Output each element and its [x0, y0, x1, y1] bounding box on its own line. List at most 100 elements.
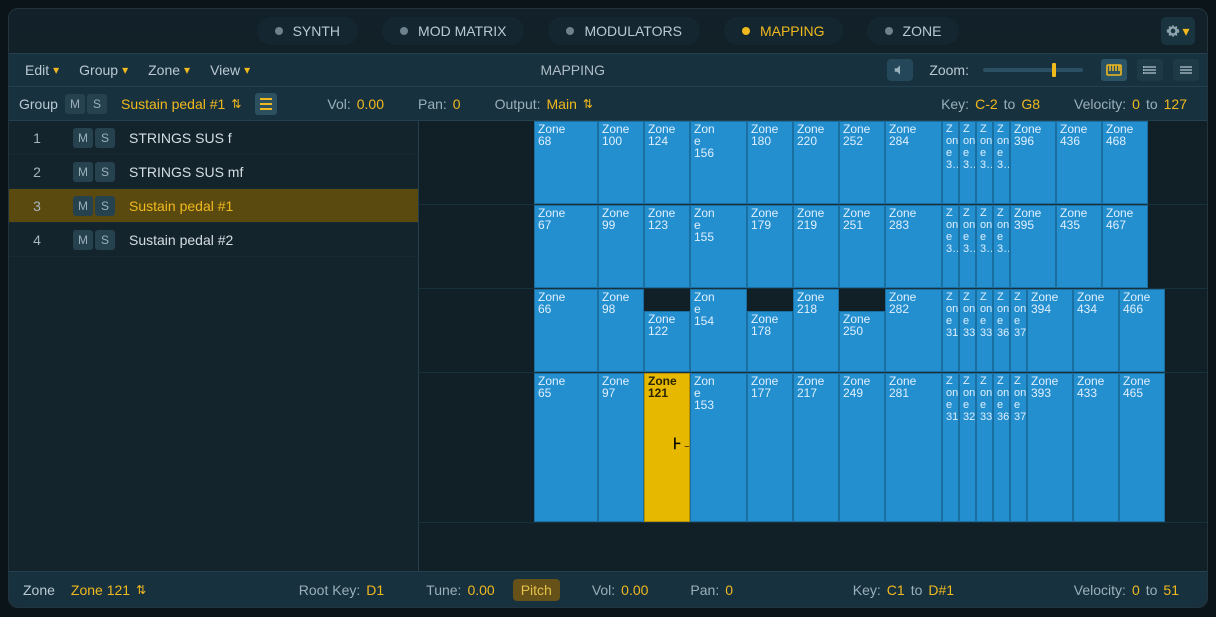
zone-cell[interactable]: Zone218 — [793, 289, 839, 372]
gear-menu-icon[interactable]: ▾ — [1161, 17, 1195, 45]
zone-cell[interactable]: Zone217 — [793, 373, 839, 522]
group-pan[interactable]: Pan: 0 — [408, 91, 471, 117]
zone-cell[interactable]: Zone100 — [598, 121, 644, 204]
zone-cell[interactable]: Zone314 — [942, 289, 959, 372]
zone-cell[interactable]: Zone219 — [793, 205, 839, 288]
zone-cell[interactable]: Zone362 — [993, 289, 1010, 372]
menu-view[interactable]: View▾ — [202, 59, 258, 81]
zone-cell[interactable]: Zone3… — [993, 121, 1010, 204]
zone-cell[interactable]: Zone436 — [1056, 121, 1102, 204]
pitch-toggle[interactable]: Pitch — [513, 579, 560, 601]
zone-cell[interactable]: Zone467 — [1102, 205, 1148, 288]
zone-cell[interactable]: Zone282 — [885, 289, 942, 372]
zone-map[interactable]: Zone68Zone100Zone124Zone156Zone180Zone22… — [419, 121, 1207, 571]
zone-key-range[interactable]: Key: C1 to D#1 — [843, 577, 964, 603]
zone-cell[interactable]: Zone284 — [885, 121, 942, 204]
zone-cell[interactable]: Zone154 — [690, 289, 747, 372]
zone-cell[interactable]: Zone179 — [747, 205, 793, 288]
zone-cell[interactable]: Zone377 — [1010, 373, 1027, 522]
zone-cell[interactable]: Zone155 — [690, 205, 747, 288]
zone-selector[interactable]: Zone 121 ⇅ — [63, 577, 154, 603]
group-row[interactable]: 3MSSustain pedal #1 — [9, 189, 418, 223]
menu-edit[interactable]: Edit▾ — [17, 59, 67, 81]
zone-cell[interactable]: Zone124 — [644, 121, 690, 204]
zone-cell[interactable]: Zone434 — [1073, 289, 1119, 372]
zone-cell[interactable]: Zone3… — [959, 205, 976, 288]
group-list-menu-icon[interactable] — [255, 93, 277, 115]
zone-cell[interactable]: Zone220 — [793, 121, 839, 204]
zone-cell[interactable]: Zone123 — [644, 205, 690, 288]
zone-cell[interactable]: Zone67 — [534, 205, 598, 288]
zone-cell[interactable]: Zone252 — [839, 121, 885, 204]
zone-cell[interactable]: Zone283 — [885, 205, 942, 288]
mute-button[interactable]: M — [73, 162, 93, 182]
zone-cell[interactable]: Zone3… — [976, 121, 993, 204]
zone-cell[interactable]: Zone313 — [942, 373, 959, 522]
zone-root-key[interactable]: Root Key: D1 — [289, 577, 394, 603]
group-row[interactable]: 1MSSTRINGS SUS f — [9, 121, 418, 155]
mute-button[interactable]: M — [73, 128, 93, 148]
view-keyboard-icon[interactable] — [1101, 59, 1127, 81]
tab-zone[interactable]: ZONE — [867, 17, 960, 45]
zone-cell[interactable]: Zone329 — [959, 373, 976, 522]
group-selector[interactable]: Sustain pedal #1 ⇅ — [113, 91, 249, 117]
zone-cell[interactable]: Zone178 — [747, 311, 793, 372]
zone-velocity-range[interactable]: Velocity: 0 to 51 — [1064, 577, 1189, 603]
zone-cell[interactable]: Zone3… — [959, 121, 976, 204]
solo-button[interactable]: S — [95, 230, 115, 250]
zone-cell[interactable]: Zone378 — [1010, 289, 1027, 372]
group-row[interactable]: 4MSSustain pedal #2 — [9, 223, 418, 257]
zone-cell[interactable]: Zone97 — [598, 373, 644, 522]
zone-cell[interactable]: Zone337 — [976, 373, 993, 522]
view-zone-list-icon[interactable] — [1173, 59, 1199, 81]
mute-button[interactable]: M — [73, 230, 93, 250]
zone-cell[interactable]: Zone3… — [942, 205, 959, 288]
tab-mod-matrix[interactable]: MOD MATRIX — [382, 17, 524, 45]
solo-button[interactable]: S — [95, 196, 115, 216]
zone-cell[interactable]: Zone3… — [942, 121, 959, 204]
zone-cell[interactable]: Zone250 — [839, 311, 885, 372]
zone-cell[interactable]: Zone251 — [839, 205, 885, 288]
view-group-list-icon[interactable] — [1137, 59, 1163, 81]
zone-cell[interactable]: Zone122 — [644, 311, 690, 372]
zone-cell[interactable]: Zone281 — [885, 373, 942, 522]
tab-mapping[interactable]: MAPPING — [724, 17, 843, 45]
zone-cell[interactable]: Zone68 — [534, 121, 598, 204]
zone-cell[interactable]: Zone156 — [690, 121, 747, 204]
zone-cell[interactable]: Zone66 — [534, 289, 598, 372]
zone-cell[interactable]: Zone466 — [1119, 289, 1165, 372]
zoom-slider-handle[interactable] — [1052, 63, 1056, 77]
zoom-slider[interactable] — [983, 68, 1083, 72]
zone-cell[interactable]: Zone435 — [1056, 205, 1102, 288]
zone-volume[interactable]: Vol: 0.00 — [582, 577, 659, 603]
zone-cell[interactable]: Zone99 — [598, 205, 644, 288]
zone-cell[interactable]: Zone153 — [690, 373, 747, 522]
tab-modulators[interactable]: MODULATORS — [548, 17, 700, 45]
group-solo-button[interactable]: S — [87, 94, 107, 114]
solo-button[interactable]: S — [95, 162, 115, 182]
zone-cell[interactable]: Zone433 — [1073, 373, 1119, 522]
zone-cell[interactable]: Zone98 — [598, 289, 644, 372]
zone-cell[interactable]: Zone65 — [534, 373, 598, 522]
zone-pan[interactable]: Pan: 0 — [680, 577, 743, 603]
zone-cell[interactable]: Zone249 — [839, 373, 885, 522]
group-output[interactable]: Output: Main ⇅ — [485, 91, 603, 117]
menu-group[interactable]: Group▾ — [71, 59, 136, 81]
zone-cell[interactable]: Zone3… — [976, 205, 993, 288]
zone-cell[interactable]: Zone465 — [1119, 373, 1165, 522]
zone-cell[interactable]: Zone394 — [1027, 289, 1073, 372]
zone-tune[interactable]: Tune: 0.00 — [416, 577, 505, 603]
zone-cell[interactable]: Zone330 — [959, 289, 976, 372]
zone-cell[interactable]: Zone180 — [747, 121, 793, 204]
zone-cell[interactable]: Zone393 — [1027, 373, 1073, 522]
group-mute-button[interactable]: M — [65, 94, 85, 114]
group-key-range[interactable]: Key: C-2 to G8 — [931, 91, 1050, 117]
audition-toggle-icon[interactable] — [887, 59, 913, 81]
zone-cell[interactable]: Zone3… — [993, 205, 1010, 288]
solo-button[interactable]: S — [95, 128, 115, 148]
zone-cell[interactable]: Zone395 — [1010, 205, 1056, 288]
zone-cell[interactable]: Zone121⊦→ — [644, 373, 690, 522]
mute-button[interactable]: M — [73, 196, 93, 216]
zone-cell[interactable]: Zone396 — [1010, 121, 1056, 204]
group-row[interactable]: 2MSSTRINGS SUS mf — [9, 155, 418, 189]
